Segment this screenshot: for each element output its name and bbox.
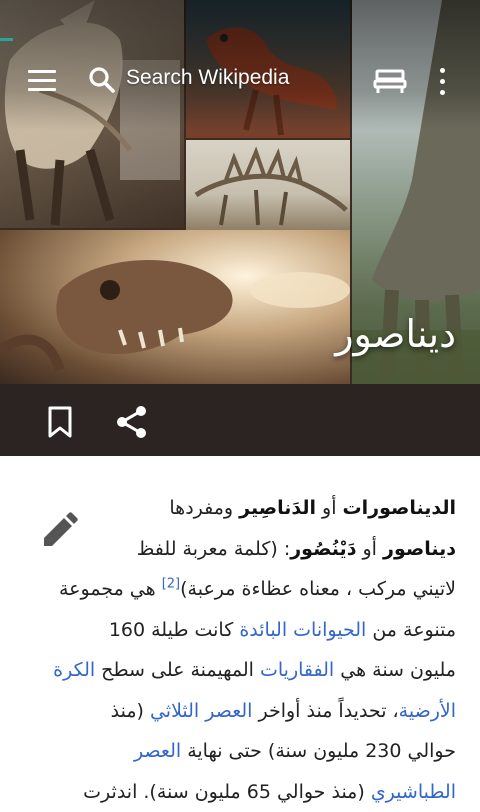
bookmark-icon[interactable] bbox=[40, 402, 80, 442]
search-icon[interactable] bbox=[86, 64, 118, 96]
article-link[interactable]: الحيوانات البائدة bbox=[239, 619, 366, 641]
article-link[interactable]: الكرة bbox=[53, 659, 95, 681]
overflow-menu-icon[interactable] bbox=[430, 64, 454, 100]
article-line: الطباشيري (منذ حوالي 65 مليون سنة). اندث… bbox=[18, 772, 456, 812]
loading-progress-bar bbox=[0, 38, 13, 41]
article-line: الأرضية، تحديداً منذ أواخر العصر الثلاثي… bbox=[18, 691, 456, 732]
page-action-bar bbox=[0, 384, 480, 456]
article-line: الديناصورات أو الدَناصِير ومفردها bbox=[18, 488, 456, 529]
article-text: أو bbox=[316, 497, 343, 519]
article-link[interactable]: الطباشيري bbox=[371, 781, 456, 803]
article-text: ومفردها bbox=[169, 497, 239, 519]
article-line: حوالي 230 مليون سنة) حتى نهاية العصر bbox=[18, 731, 456, 772]
article-text: ، تحديداً منذ أواخر bbox=[252, 700, 398, 722]
share-icon[interactable] bbox=[112, 402, 152, 442]
article-text: حوالي 230 مليون سنة) حتى نهاية bbox=[181, 740, 456, 762]
article-line: ديناصور أو دَيْنُصُور: (كلمة معربة للفظ bbox=[18, 529, 456, 570]
article-text: هي مجموعة bbox=[59, 578, 162, 600]
article-link[interactable]: الأرضية bbox=[399, 700, 456, 722]
bold-term: الدَناصِير bbox=[239, 497, 316, 519]
article-line: متنوعة من الحيوانات البائدة كانت طيلة 16… bbox=[18, 610, 456, 651]
article-text: المهيمنة على سطح bbox=[95, 659, 260, 681]
reading-lists-icon[interactable] bbox=[372, 66, 408, 96]
stegosaurus-skeleton-photo bbox=[186, 140, 350, 230]
article-body: الديناصورات أو الدَناصِير ومفردهاديناصور… bbox=[18, 488, 456, 812]
lead-image-collage[interactable]: Search Wikipedia ديناصور bbox=[0, 0, 480, 384]
article-text: (منذ حوالي 65 مليون سنة). اندثرت bbox=[83, 781, 371, 803]
article-line: لاتيني مركب ، معناه عظاءة مرعبة)[2] هي م… bbox=[18, 569, 456, 610]
article-link[interactable]: الفقاريات bbox=[260, 659, 334, 681]
bold-term: ديناصور bbox=[383, 538, 456, 560]
article-text: لاتيني مركب ، معناه عظاءة مرعبة) bbox=[180, 578, 456, 600]
article-line: مليون سنة هي الفقاريات المهيمنة على سطح … bbox=[18, 650, 456, 691]
top-toolbar: Search Wikipedia bbox=[0, 46, 480, 114]
search-input[interactable]: Search Wikipedia bbox=[126, 66, 289, 90]
citation-superscript: [2] bbox=[162, 577, 180, 592]
article-link[interactable]: العصر bbox=[134, 740, 181, 762]
bold-term: دَيْنُصُور bbox=[290, 538, 356, 560]
menu-icon[interactable] bbox=[22, 68, 62, 96]
page-title: ديناصور bbox=[335, 312, 456, 356]
article-text: مليون سنة هي bbox=[334, 659, 456, 681]
article-text: (منذ bbox=[111, 700, 150, 722]
article-link[interactable]: العصر الثلاثي bbox=[150, 700, 253, 722]
article-text: أو bbox=[356, 538, 383, 560]
article-text: : (كلمة معربة للفظ bbox=[137, 538, 290, 560]
bold-term: الديناصورات bbox=[343, 497, 456, 519]
article-text: كانت طيلة 160 bbox=[109, 619, 240, 641]
article-text: متنوعة من bbox=[366, 619, 456, 641]
tyrannosaurus-skull-photo bbox=[0, 230, 350, 384]
citation-link[interactable]: [2] bbox=[162, 577, 180, 592]
